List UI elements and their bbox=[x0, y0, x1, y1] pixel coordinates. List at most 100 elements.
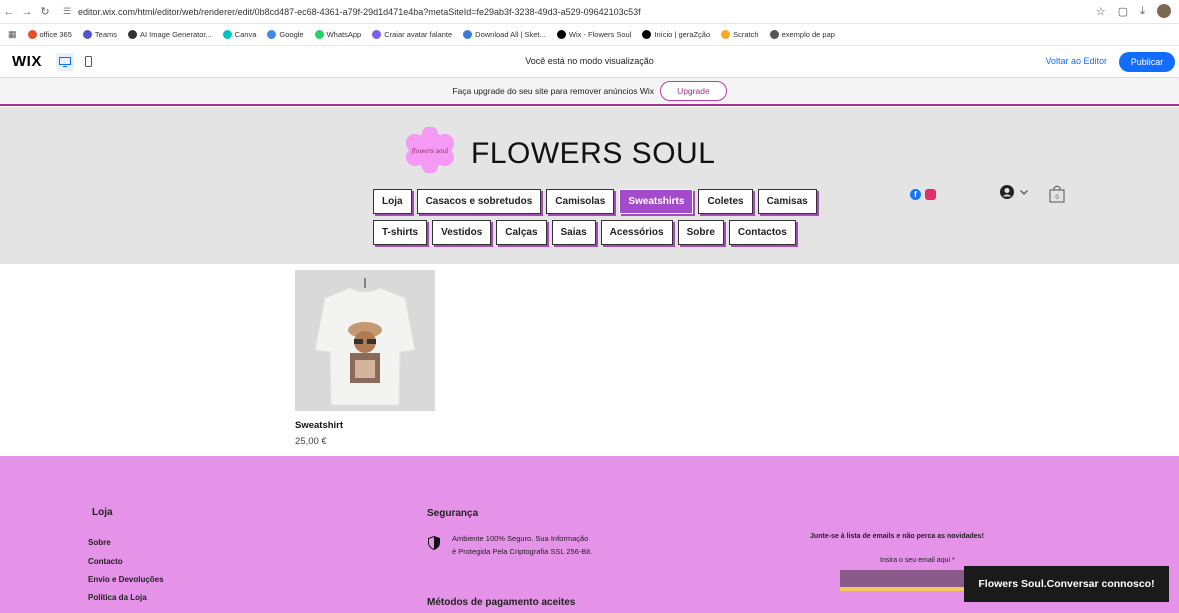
wix-icon bbox=[556, 30, 566, 39]
footer-heading-seguranca: Segurança bbox=[427, 508, 479, 519]
site-logo[interactable]: flowers soul bbox=[401, 126, 459, 174]
avatar-app-icon bbox=[372, 30, 382, 39]
chat-button[interactable]: Flowers Soul.Conversar connosco! bbox=[964, 566, 1169, 602]
bookmark-label: Teams bbox=[94, 30, 117, 39]
download-icon[interactable]: ⤓ bbox=[1140, 5, 1145, 18]
globe-icon bbox=[769, 30, 779, 39]
bookmark-label: office 365 bbox=[39, 30, 72, 39]
newsletter-title: Junte-se à lista de emails e não perca a… bbox=[810, 533, 984, 540]
menu-item-casacos[interactable]: Casacos e sobretudos bbox=[416, 189, 542, 214]
upgrade-banner: Faça upgrade do seu site para remover an… bbox=[0, 78, 1179, 106]
forward-arrow-icon[interactable]: → bbox=[18, 6, 36, 18]
social-links: f bbox=[910, 189, 936, 200]
instagram-icon[interactable] bbox=[925, 189, 936, 200]
main-menu-row-1: Loja Casacos e sobretudos Camisolas Swea… bbox=[373, 189, 817, 214]
security-text-line2: é Protegida Pela Criptografia SSL 256-Bi… bbox=[452, 547, 593, 556]
shield-icon bbox=[428, 536, 440, 550]
menu-item-sweatshirts[interactable]: Sweatshirts bbox=[619, 189, 694, 214]
google-icon bbox=[267, 30, 277, 39]
extensions-icon[interactable]: ▢ bbox=[1118, 5, 1128, 18]
apps-grid-icon[interactable]: ▦ bbox=[8, 29, 17, 40]
whatsapp-icon bbox=[314, 30, 324, 39]
footer-link-envio[interactable]: Envio e Devoluções bbox=[88, 575, 164, 584]
footer-heading-loja: Loja bbox=[92, 507, 113, 518]
menu-item-contactos[interactable]: Contactos bbox=[728, 220, 796, 245]
bookmark-label: Scratch bbox=[733, 30, 759, 39]
wix-icon bbox=[642, 30, 652, 39]
bookmark-office365[interactable]: office 365 bbox=[27, 30, 72, 39]
profile-avatar[interactable] bbox=[1157, 4, 1171, 18]
user-avatar-icon bbox=[1000, 185, 1014, 199]
upgrade-text: Faça upgrade do seu site para remover an… bbox=[452, 86, 655, 96]
menu-item-acessorios[interactable]: Acessórios bbox=[600, 220, 673, 245]
bookmark-label: Início | geraZção bbox=[654, 30, 711, 39]
bookmark-label: exemplo de pap bbox=[781, 30, 835, 39]
email-input[interactable] bbox=[840, 570, 965, 587]
menu-item-loja[interactable]: Loja bbox=[373, 189, 412, 214]
product-image[interactable] bbox=[295, 270, 435, 411]
bookmark-label: Download All | Sket... bbox=[475, 30, 546, 39]
teams-icon bbox=[82, 30, 92, 39]
bookmark-canva[interactable]: Canva bbox=[222, 30, 257, 39]
site-header: flowers soul FLOWERS SOUL Loja Casacos e… bbox=[0, 107, 1179, 264]
scratch-icon bbox=[721, 30, 731, 39]
menu-item-camisas[interactable]: Camisas bbox=[757, 189, 817, 214]
publish-button[interactable]: Publicar bbox=[1119, 52, 1175, 72]
cart-icon[interactable]: 0 bbox=[1049, 185, 1065, 208]
bookmark-avatar[interactable]: Craiar avatar falante bbox=[372, 30, 452, 39]
back-arrow-icon[interactable]: ← bbox=[0, 6, 18, 18]
menu-item-sobre[interactable]: Sobre bbox=[677, 220, 724, 245]
office-icon bbox=[27, 30, 37, 39]
payments-heading: Métodos de pagamento aceites bbox=[427, 597, 576, 608]
menu-item-camisolas[interactable]: Camisolas bbox=[546, 189, 615, 214]
logo-text: flowers soul bbox=[411, 148, 449, 155]
main-menu-row-2: T-shirts Vestidos Calças Saias Acessório… bbox=[373, 220, 796, 245]
bookmark-label: Canva bbox=[234, 30, 257, 39]
bookmark-teams[interactable]: Teams bbox=[82, 30, 117, 39]
canva-icon bbox=[222, 30, 232, 39]
site-info-icon[interactable]: ☰ bbox=[60, 6, 74, 17]
menu-item-coletes[interactable]: Coletes bbox=[698, 189, 753, 214]
chevron-down-icon bbox=[1020, 189, 1028, 195]
back-to-editor-link[interactable]: Voltar ao Editor bbox=[1045, 56, 1107, 66]
bookmark-wix[interactable]: Wix - Flowers Soul bbox=[556, 30, 632, 39]
product-name[interactable]: Sweatshirt bbox=[295, 420, 343, 431]
address-bar[interactable]: editor.wix.com/html/editor/web/renderer/… bbox=[78, 7, 641, 17]
play-icon bbox=[463, 30, 473, 39]
bookmark-google[interactable]: Google bbox=[267, 30, 304, 39]
preview-mode-text: Você está no modo visualização bbox=[525, 56, 654, 66]
bookmark-whatsapp[interactable]: WhatsApp bbox=[314, 30, 362, 39]
star-icon[interactable]: ☆ bbox=[1096, 5, 1106, 18]
reload-icon[interactable]: ↻ bbox=[36, 5, 54, 18]
menu-item-calcas[interactable]: Calças bbox=[496, 220, 547, 245]
bookmark-label: WhatsApp bbox=[326, 30, 362, 39]
bookmarks-bar: ▦ office 365 Teams AI Image Generator...… bbox=[0, 24, 1179, 46]
security-text-line1: Ambiente 100% Seguro. Sua Informação bbox=[452, 534, 589, 543]
footer-link-politica[interactable]: Política da Loja bbox=[88, 593, 147, 602]
bookmark-inicio[interactable]: Início | geraZção bbox=[642, 30, 710, 39]
bookmark-label: Wix - Flowers Soul bbox=[568, 30, 632, 39]
bookmark-download[interactable]: Download All | Sket... bbox=[463, 30, 546, 39]
bookmark-label: AI Image Generator... bbox=[140, 30, 212, 39]
bookmark-ai-image[interactable]: AI Image Generator... bbox=[128, 30, 212, 39]
menu-item-saias[interactable]: Saias bbox=[551, 220, 596, 245]
browser-toolbar: ← → ↻ ☰ editor.wix.com/html/editor/web/r… bbox=[0, 0, 1179, 24]
bookmark-label: Craiar avatar falante bbox=[384, 30, 453, 39]
menu-item-tshirts[interactable]: T-shirts bbox=[373, 220, 428, 245]
login-menu[interactable] bbox=[1000, 185, 1028, 199]
facebook-icon[interactable]: f bbox=[910, 189, 921, 200]
ai-icon bbox=[128, 30, 137, 39]
site-title[interactable]: FLOWERS SOUL bbox=[471, 137, 715, 171]
page: ← → ↻ ☰ editor.wix.com/html/editor/web/r… bbox=[0, 0, 1179, 613]
wix-preview-bar: WIX Você está no modo visualização Volta… bbox=[0, 46, 1179, 78]
email-input-underline bbox=[840, 587, 965, 591]
menu-item-vestidos[interactable]: Vestidos bbox=[432, 220, 492, 245]
bookmark-exemplo[interactable]: exemplo de pap bbox=[769, 30, 835, 39]
svg-text:0: 0 bbox=[1055, 195, 1059, 201]
browser-actions: ☆ ▢ ⤓ bbox=[1096, 4, 1171, 18]
product-price: 25,00 € bbox=[295, 436, 327, 447]
upgrade-button[interactable]: Upgrade bbox=[660, 81, 727, 101]
bookmark-scratch[interactable]: Scratch bbox=[721, 30, 759, 39]
footer-link-contacto[interactable]: Contacto bbox=[88, 557, 123, 566]
footer-link-sobre[interactable]: Sobre bbox=[88, 538, 111, 547]
